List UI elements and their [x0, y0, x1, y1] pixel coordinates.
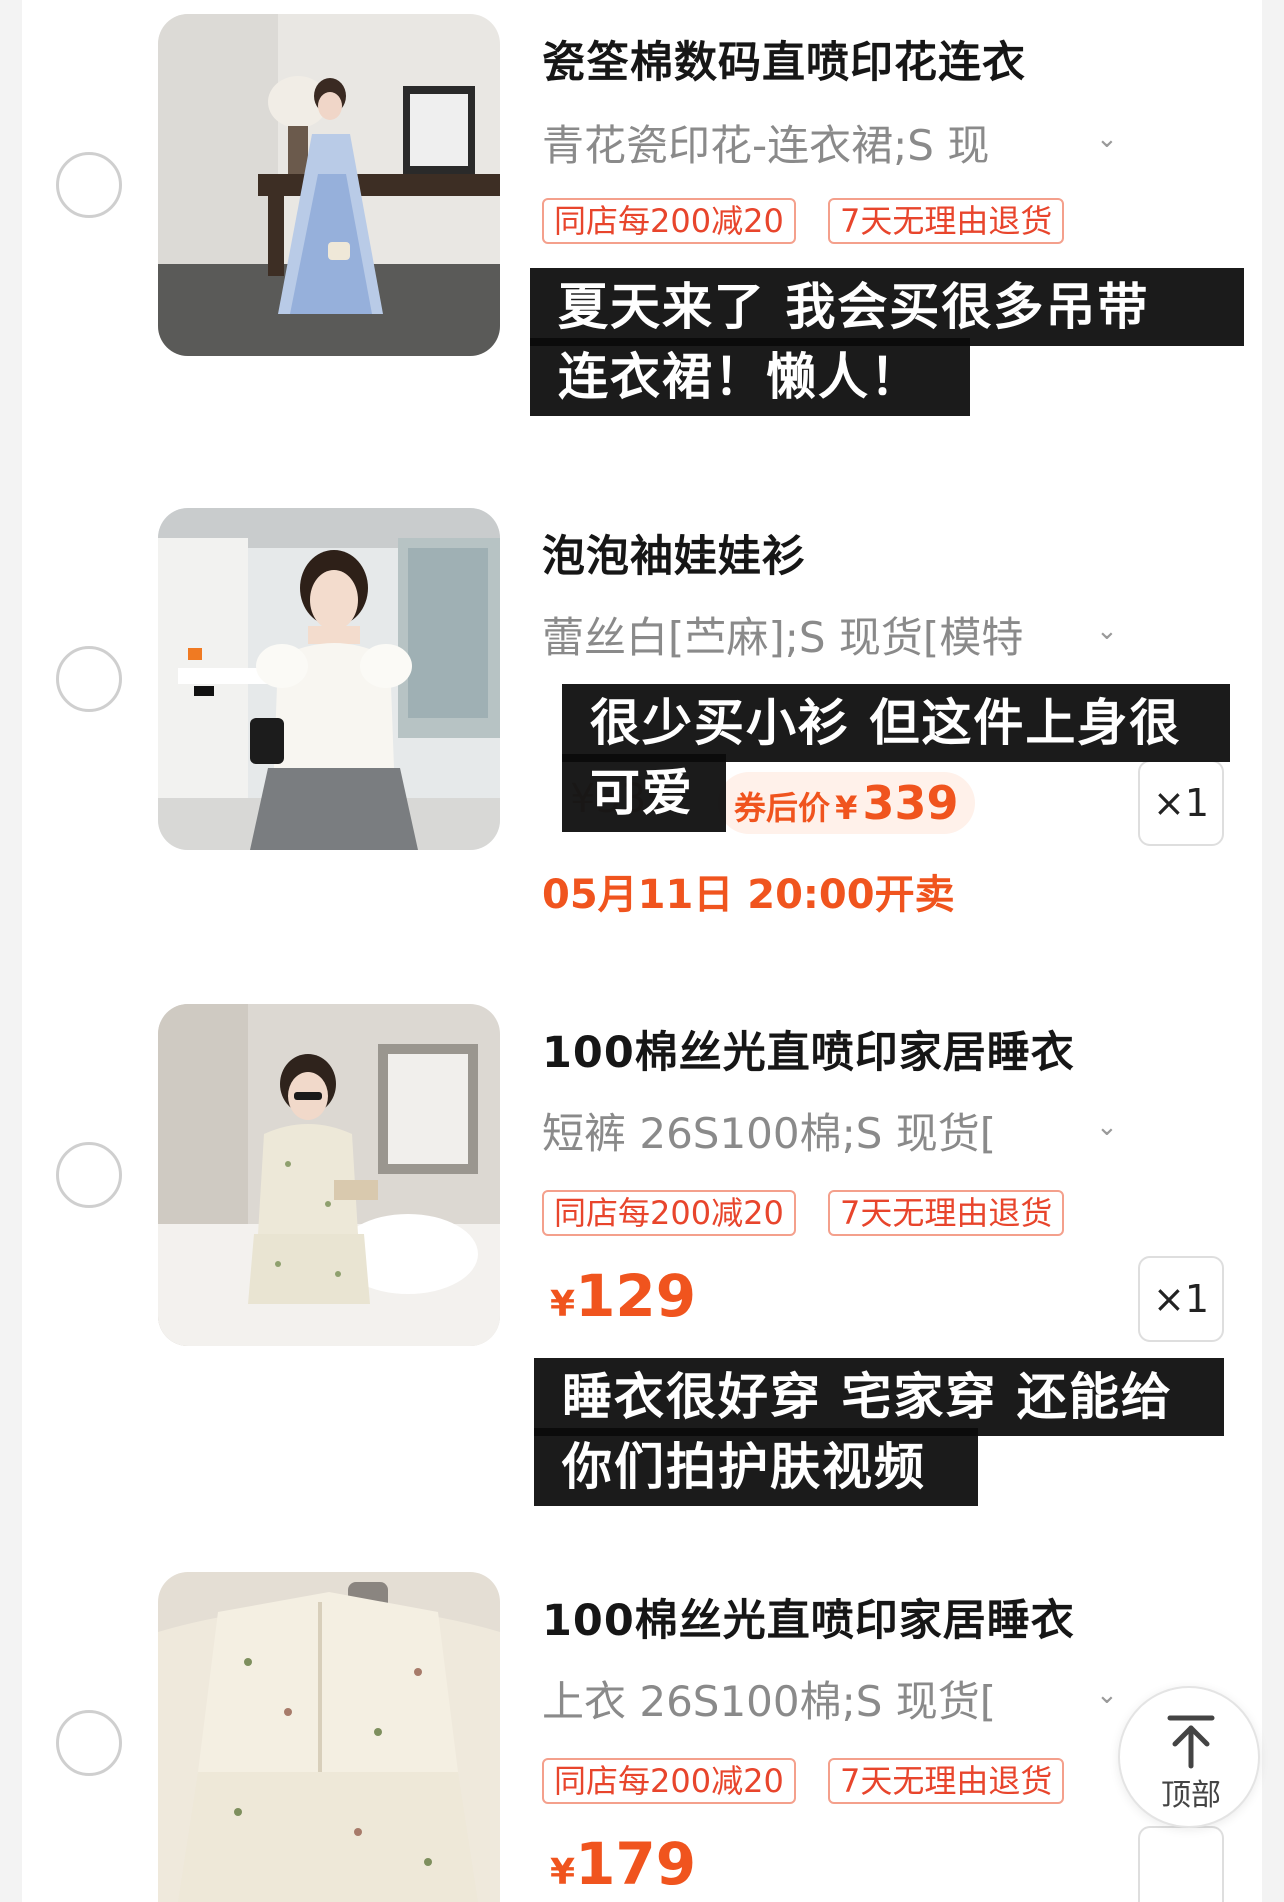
price-yen: ¥ — [550, 1284, 576, 1325]
coupon-price: 券后价 ¥ 339 — [718, 772, 975, 834]
price-value: 129 — [575, 1262, 697, 1330]
coupon-price-value: 339 — [862, 776, 959, 830]
product-title[interactable]: 泡泡袖娃娃衫 — [542, 522, 806, 584]
video-caption-line: 夏天来了 我会买很多吊带 — [530, 268, 1244, 346]
product-price: ¥179 — [550, 1830, 696, 1898]
video-caption-line: 睡衣很好穿 宅家穿 还能给 — [534, 1358, 1224, 1436]
product-thumbnail[interactable] — [158, 1572, 500, 1902]
quantity-stepper[interactable]: ×1 — [1138, 760, 1224, 846]
product-title[interactable]: 100棉丝光直喷印家居睡衣 — [542, 1586, 1075, 1648]
price-yen: ¥ — [550, 1852, 576, 1893]
chevron-down-icon[interactable]: ⌄ — [1096, 1680, 1118, 1710]
product-photo-dress — [158, 14, 500, 356]
promo-tag: 同店每200减20 — [542, 198, 796, 244]
select-item-radio[interactable] — [56, 152, 122, 218]
select-item-radio[interactable] — [56, 1142, 122, 1208]
product-photo-pajama-top — [158, 1572, 500, 1902]
video-caption-line: 连衣裙！懒人！ — [530, 338, 970, 416]
quantity-stepper[interactable] — [1138, 1826, 1224, 1902]
coupon-price-label: 券后价 — [734, 789, 831, 827]
product-thumbnail[interactable] — [158, 1004, 500, 1346]
product-photo-pajamas — [158, 1004, 500, 1346]
return-policy-tag: 7天无理由退货 — [828, 1190, 1065, 1236]
chevron-down-icon[interactable]: ⌄ — [1096, 616, 1118, 646]
select-item-radio[interactable] — [56, 1710, 122, 1776]
return-policy-tag: 7天无理由退货 — [828, 198, 1065, 244]
promo-tag: 同店每200减20 — [542, 1758, 796, 1804]
back-to-top-label: 顶部 — [1161, 1778, 1221, 1813]
sku-selector[interactable]: 蕾丝白[苎麻];S 现货[模特 — [542, 604, 1122, 664]
promo-tag: 同店每200减20 — [542, 1190, 796, 1236]
arrow-up-to-line-icon — [1167, 1715, 1215, 1769]
cart-list-panel: 瓷筌棉数码直喷印花连衣 青花瓷印花-连衣裙;S 现 ⌄ 同店每200减20 7天… — [22, 0, 1262, 1902]
back-to-top-button[interactable]: 顶部 — [1118, 1686, 1260, 1828]
sku-selector[interactable]: 短裤 26S100棉;S 现货[ — [542, 1100, 1122, 1160]
return-policy-tag: 7天无理由退货 — [828, 1758, 1065, 1804]
coupon-price-yen: ¥ — [835, 789, 858, 827]
product-thumbnail[interactable] — [158, 14, 500, 356]
product-price: ¥129 — [550, 1262, 696, 1330]
chevron-down-icon[interactable]: ⌄ — [1096, 124, 1118, 154]
video-caption-line: 很少买小衫 但这件上身很 — [562, 684, 1230, 762]
sale-start-time: 05月11日 20:00开卖 — [542, 872, 955, 918]
product-title[interactable]: 100棉丝光直喷印家居睡衣 — [542, 1018, 1075, 1080]
quantity-stepper[interactable]: ×1 — [1138, 1256, 1224, 1342]
video-caption-line: 可爱 — [562, 754, 726, 832]
product-title[interactable]: 瓷筌棉数码直喷印花连衣 — [542, 28, 1026, 90]
chevron-down-icon[interactable]: ⌄ — [1096, 1112, 1118, 1142]
price-value: 179 — [575, 1830, 697, 1898]
product-thumbnail[interactable] — [158, 508, 500, 850]
sku-selector[interactable]: 青花瓷印花-连衣裙;S 现 — [542, 112, 1122, 172]
product-photo-blouse — [158, 508, 500, 850]
video-caption-line: 你们拍护肤视频 — [534, 1428, 978, 1506]
select-item-radio[interactable] — [56, 646, 122, 712]
sku-selector[interactable]: 上衣 26S100棉;S 现货[ — [542, 1668, 1122, 1728]
